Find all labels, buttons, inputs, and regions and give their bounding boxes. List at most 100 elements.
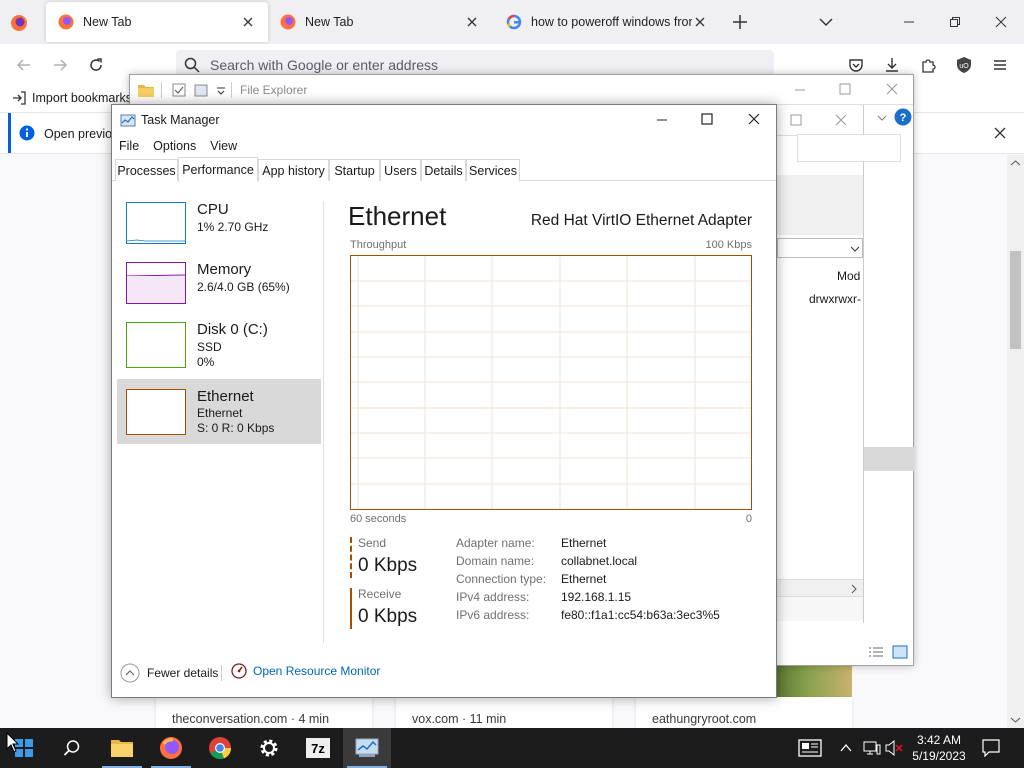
- tab-performance[interactable]: Performance: [178, 157, 258, 182]
- list-all-tabs-chevron-down-icon[interactable]: [816, 12, 836, 32]
- show-hidden-icons-chevron-up-icon[interactable]: [840, 742, 852, 754]
- send-indicator: [350, 537, 352, 578]
- minimize-button[interactable]: [886, 0, 932, 44]
- fewer-details-button[interactable]: Fewer details: [120, 663, 218, 683]
- open-resource-monitor-link[interactable]: Open Resource Monitor: [231, 663, 380, 679]
- customize-chevron-down-icon[interactable]: [216, 86, 226, 96]
- forward-arrow-icon[interactable]: [48, 53, 72, 77]
- maximize-icon[interactable]: [790, 114, 802, 126]
- menu-view[interactable]: View: [210, 139, 237, 153]
- notifications-icon[interactable]: [982, 739, 1000, 757]
- search-button[interactable]: [48, 728, 96, 768]
- send-label: Send: [358, 536, 387, 550]
- close-button[interactable]: [734, 105, 776, 135]
- cpu-thumbnail: [126, 202, 186, 244]
- back-arrow-icon[interactable]: [12, 53, 36, 77]
- folder-icon: [138, 85, 154, 97]
- tab-processes[interactable]: Processes: [115, 159, 178, 181]
- close-icon[interactable]: [835, 114, 847, 126]
- taskbar-firefox[interactable]: [147, 728, 195, 768]
- tab-users[interactable]: Users: [380, 159, 421, 181]
- reload-icon[interactable]: [84, 53, 108, 77]
- file-explorer-title: File Explorer: [240, 83, 308, 97]
- info-key: IPv6 address:: [456, 608, 530, 622]
- taskbar-7zip[interactable]: 7z: [294, 728, 342, 768]
- tab-strip: Processes Performance App history Startu…: [112, 157, 776, 182]
- tab-services[interactable]: Services: [466, 159, 520, 181]
- story-card[interactable]: theconversation.com · 4 min: [156, 697, 372, 729]
- resource-cpu[interactable]: CPU 1% 2.70 GHz: [117, 196, 321, 256]
- mouse-cursor-icon: [6, 732, 20, 753]
- expand-ribbon-chevron-icon[interactable]: [876, 112, 888, 124]
- close-icon[interactable]: [886, 83, 898, 95]
- resource-ethernet[interactable]: Ethernet Ethernet S: 0 R: 0 Kbps: [117, 379, 321, 444]
- tab-google-search[interactable]: how to poweroff windows from: [494, 0, 720, 44]
- tab-details[interactable]: Details: [421, 159, 466, 181]
- view-dropdown[interactable]: [777, 238, 863, 258]
- task-manager-footer: Fewer details Open Resource Monitor: [112, 657, 776, 689]
- maximize-icon[interactable]: [839, 83, 851, 95]
- horizontal-scrollbar[interactable]: [777, 579, 863, 596]
- task-manager-icon: [120, 114, 136, 127]
- taskbar-file-explorer[interactable]: [98, 728, 146, 768]
- tab-new-tab-2[interactable]: New Tab: [268, 0, 492, 44]
- info-key: Adapter name:: [456, 536, 535, 550]
- menu-options[interactable]: Options: [153, 139, 196, 153]
- resource-name: Disk 0 (C:): [197, 321, 268, 338]
- details-view-icon[interactable]: [868, 646, 884, 660]
- page-scrollbar[interactable]: [1007, 155, 1024, 728]
- mode-column-header[interactable]: Mod: [837, 269, 860, 283]
- story-time: 4 min: [298, 712, 330, 726]
- resource-memory[interactable]: Memory 2.6/4.0 GB (65%): [117, 256, 321, 316]
- taskbar-settings[interactable]: [245, 728, 293, 768]
- tab-startup[interactable]: Startup: [329, 159, 380, 181]
- resource-usage: 0%: [197, 355, 215, 369]
- new-tab-button[interactable]: [730, 12, 750, 32]
- taskbar-chrome[interactable]: [196, 728, 244, 768]
- info-value: Ethernet: [561, 536, 607, 550]
- tab-new-tab-1[interactable]: New Tab: [46, 2, 268, 42]
- import-bookmarks-button[interactable]: Import bookmarks: [12, 91, 132, 105]
- maximize-button[interactable]: [688, 105, 728, 135]
- new-folder-icon[interactable]: [194, 83, 208, 97]
- close-tab-icon[interactable]: [692, 14, 708, 30]
- resource-disk[interactable]: Disk 0 (C:) SSD 0%: [117, 316, 321, 376]
- story-site: eathungryroot.com: [652, 712, 757, 726]
- task-manager-window[interactable]: Task Manager File Options View Processes…: [111, 104, 777, 698]
- extensions-icon[interactable]: [916, 53, 940, 77]
- firefox-view-icon[interactable]: [10, 14, 28, 32]
- close-window-button[interactable]: [978, 0, 1024, 44]
- info-key: IPv4 address:: [456, 590, 530, 604]
- ublock-shield-icon[interactable]: uO: [952, 53, 976, 77]
- help-icon[interactable]: ?: [894, 108, 912, 126]
- address-field[interactable]: [797, 134, 901, 162]
- close-tab-icon[interactable]: [464, 14, 480, 30]
- chevron-up-circle-icon: [120, 663, 140, 683]
- volume-muted-icon[interactable]: [885, 740, 903, 756]
- info-value: Ethernet: [561, 572, 607, 586]
- minimize-icon[interactable]: [794, 84, 806, 96]
- address-input[interactable]: [210, 57, 710, 73]
- large-icons-view-icon[interactable]: [892, 645, 908, 659]
- minimize-button[interactable]: [642, 105, 682, 135]
- hamburger-menu-icon[interactable]: [988, 53, 1012, 77]
- story-site: vox.com: [412, 712, 459, 726]
- disk-thumbnail: [126, 322, 186, 368]
- firefox-icon: [280, 14, 296, 30]
- resource-usage: S: 0 R: 0 Kbps: [197, 421, 275, 435]
- properties-icon[interactable]: [172, 83, 186, 97]
- taskbar-task-manager[interactable]: [343, 728, 391, 768]
- close-notification-icon[interactable]: [994, 127, 1006, 139]
- close-tab-icon[interactable]: [240, 14, 256, 30]
- story-card[interactable]: eathungryroot.com: [636, 697, 852, 729]
- menu-file[interactable]: File: [119, 139, 139, 153]
- system-clock[interactable]: 3:42 AM 5/19/2023: [903, 732, 975, 764]
- resource-type: SSD: [197, 340, 222, 354]
- tab-app-history[interactable]: App history: [258, 159, 329, 181]
- news-and-interests-icon[interactable]: [798, 739, 822, 757]
- restore-button[interactable]: [932, 0, 978, 44]
- story-card[interactable]: vox.com · 11 min: [396, 697, 612, 729]
- selected-row-highlight: [864, 447, 914, 471]
- network-icon[interactable]: [863, 740, 881, 756]
- firefox-tab-bar: New Tab New Tab how to poweroff windows …: [0, 0, 1024, 44]
